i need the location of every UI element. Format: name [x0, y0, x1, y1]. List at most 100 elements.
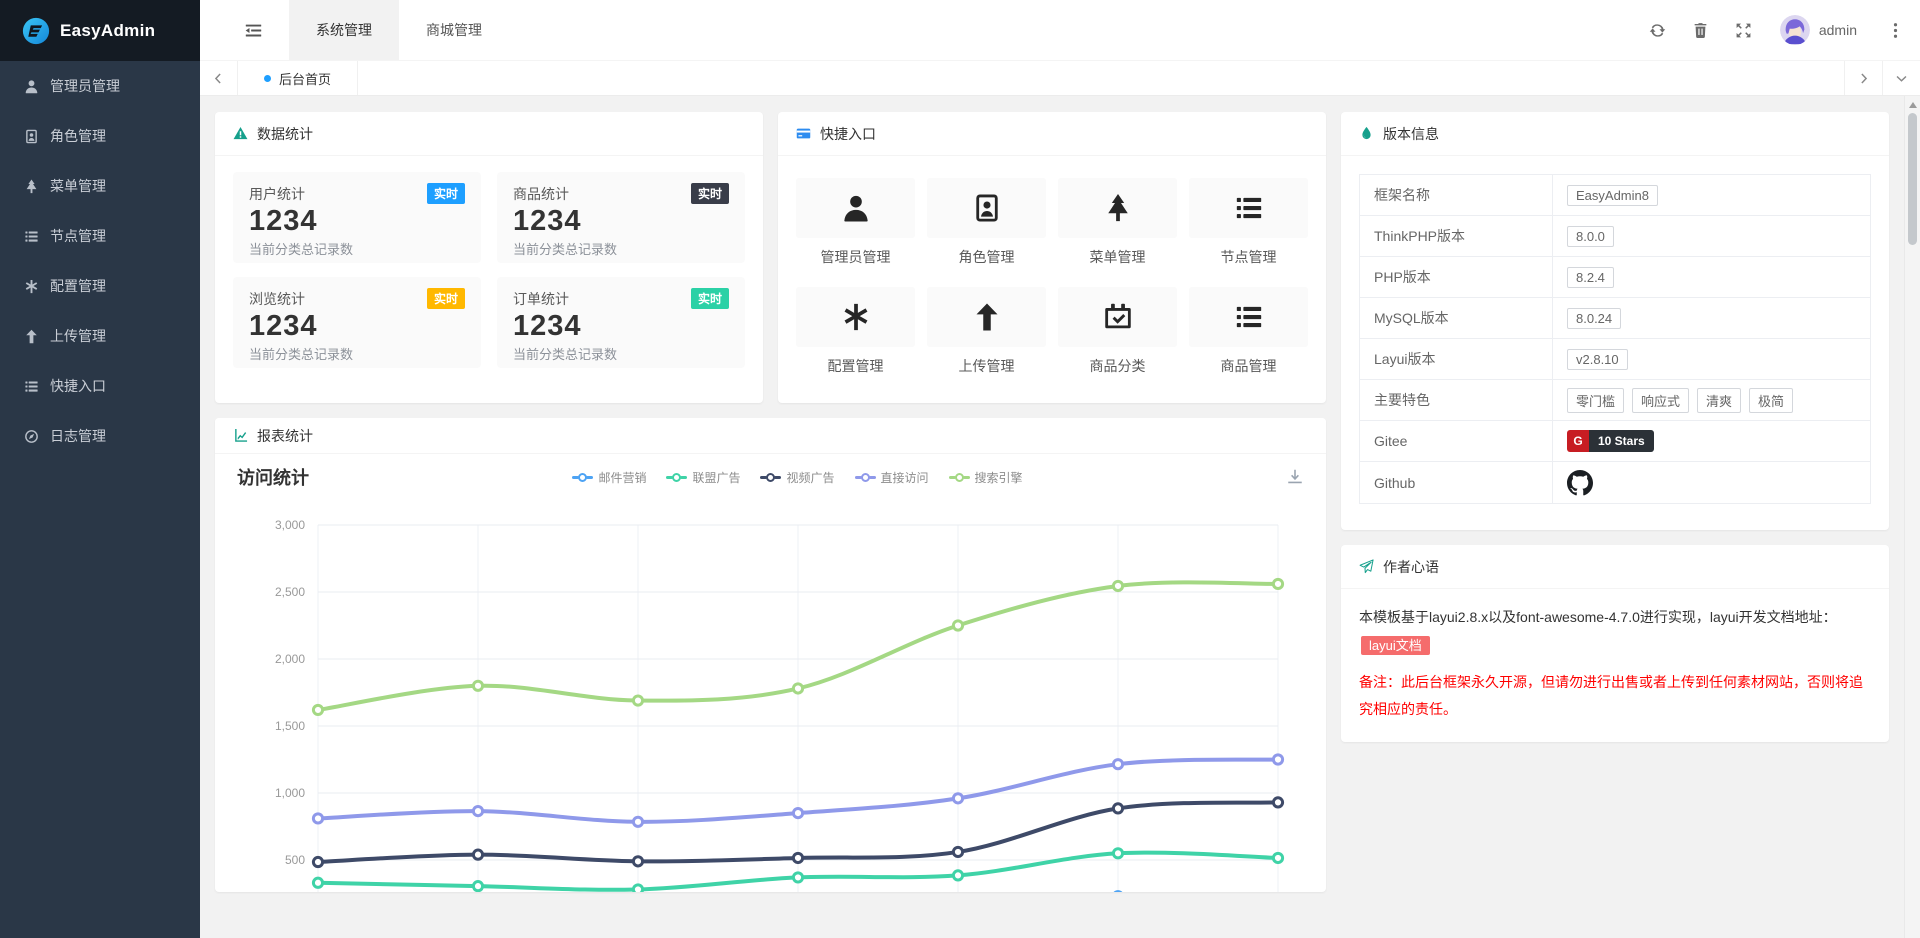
- quick-item[interactable]: 管理员管理: [796, 178, 915, 267]
- version-value: [1552, 462, 1870, 503]
- more-dots-icon[interactable]: [1887, 22, 1904, 39]
- series-point[interactable]: [633, 857, 642, 866]
- quick-item[interactable]: 配置管理: [796, 287, 915, 376]
- series-point[interactable]: [1113, 849, 1122, 858]
- author-card: 作者心语 本模板基于layui2.8.x以及font-awesome-4.7.0…: [1341, 545, 1889, 742]
- stat-box: 商品统计 实时 1234 当前分类总记录数: [497, 172, 745, 263]
- series-point[interactable]: [793, 684, 802, 693]
- github-icon[interactable]: [1567, 470, 1593, 496]
- tree-icon: [1103, 193, 1133, 223]
- series-point[interactable]: [1273, 853, 1282, 862]
- series-point[interactable]: [793, 853, 802, 862]
- list-icon: [1234, 193, 1264, 223]
- series-point[interactable]: [313, 857, 322, 866]
- header: 系统管理 商城管理 admin: [200, 0, 1920, 61]
- quick-item-box: [1189, 287, 1308, 347]
- quick-item[interactable]: 上传管理: [927, 287, 1046, 376]
- quick-item[interactable]: 角色管理: [927, 178, 1046, 267]
- legend-label: 视频广告: [786, 469, 834, 486]
- layui-doc-link[interactable]: layui文档: [1361, 636, 1430, 655]
- tab-menu-icon[interactable]: [1882, 61, 1920, 95]
- legend-item[interactable]: 直接访问: [855, 469, 929, 486]
- y-axis-tick-label: 2,500: [275, 585, 305, 599]
- sidebar-item[interactable]: 快捷入口: [0, 361, 200, 411]
- gitee-stars-badge[interactable]: G 10 Stars: [1567, 430, 1654, 452]
- series-point[interactable]: [1113, 760, 1122, 769]
- series-point[interactable]: [953, 621, 962, 630]
- series-point[interactable]: [953, 847, 962, 856]
- series-point[interactable]: [313, 814, 322, 823]
- y-axis-tick-label: 500: [285, 853, 305, 867]
- legend-marker: [949, 473, 970, 482]
- series-point[interactable]: [473, 850, 482, 859]
- series-point[interactable]: [633, 696, 642, 705]
- header-tab[interactable]: 商城管理: [399, 0, 509, 60]
- legend-item[interactable]: 联盟广告: [666, 469, 740, 486]
- quick-item[interactable]: 商品管理: [1189, 287, 1308, 376]
- sidebar-item[interactable]: 菜单管理: [0, 161, 200, 211]
- quick-item-label: 配置管理: [796, 356, 915, 376]
- warning-icon: [233, 126, 248, 141]
- stat-desc: 当前分类总记录数: [249, 239, 465, 258]
- series-point[interactable]: [793, 809, 802, 818]
- series-point[interactable]: [313, 705, 322, 714]
- legend-item[interactable]: 视频广告: [760, 469, 834, 486]
- series-point[interactable]: [473, 882, 482, 891]
- header-tabs: 系统管理 商城管理: [289, 0, 509, 60]
- series-point[interactable]: [1273, 579, 1282, 588]
- quick-item-box: [1058, 178, 1177, 238]
- trash-icon[interactable]: [1692, 22, 1709, 39]
- page-tab-label: 后台首页: [279, 69, 331, 88]
- sidebar-item[interactable]: 上传管理: [0, 311, 200, 361]
- version-row: PHP版本 8.2.4: [1360, 257, 1870, 298]
- app-title: EasyAdmin: [60, 21, 155, 41]
- username[interactable]: admin: [1819, 22, 1857, 38]
- chevron-right-icon[interactable]: [1844, 61, 1882, 95]
- sidebar-item[interactable]: 日志管理: [0, 411, 200, 461]
- series-point[interactable]: [633, 885, 642, 892]
- download-chart-icon[interactable]: [1286, 468, 1304, 486]
- series-point[interactable]: [793, 873, 802, 882]
- sidebar-item-label: 角色管理: [50, 126, 106, 146]
- arrow-up-icon: [23, 329, 39, 344]
- header-tab[interactable]: 系统管理: [289, 0, 399, 60]
- series-point[interactable]: [1113, 581, 1122, 590]
- stats-grid: 用户统计 实时 1234 当前分类总记录数 商品统计 实时 1234 当前分类总…: [215, 156, 763, 384]
- quick-item-box: [1189, 178, 1308, 238]
- series-point[interactable]: [473, 681, 482, 690]
- quick-item-label: 商品管理: [1189, 356, 1308, 376]
- series-point[interactable]: [473, 806, 482, 815]
- chevron-left-icon[interactable]: [200, 61, 238, 95]
- sidebar-item[interactable]: 节点管理: [0, 211, 200, 261]
- version-tag: 响应式: [1632, 388, 1689, 413]
- scrollbar[interactable]: [1904, 96, 1920, 938]
- version-tags: 零门槛响应式清爽极简: [1567, 388, 1793, 413]
- version-label: Gitee: [1360, 421, 1552, 461]
- app-logo[interactable]: EasyAdmin: [0, 0, 200, 61]
- series-point[interactable]: [633, 817, 642, 826]
- avatar[interactable]: [1780, 15, 1810, 45]
- refresh-icon[interactable]: [1649, 22, 1666, 39]
- fullscreen-icon[interactable]: [1735, 22, 1752, 39]
- quick-item[interactable]: 商品分类: [1058, 287, 1177, 376]
- series-point[interactable]: [953, 871, 962, 880]
- scroll-up-arrow[interactable]: [1909, 102, 1917, 108]
- quick-item[interactable]: 节点管理: [1189, 178, 1308, 267]
- stat-title: 浏览统计: [249, 289, 305, 309]
- sidebar-item[interactable]: 管理员管理: [0, 61, 200, 111]
- series-point[interactable]: [1273, 755, 1282, 764]
- collapse-menu-icon[interactable]: [244, 21, 263, 40]
- legend-item[interactable]: 搜索引擎: [949, 469, 1023, 486]
- sidebar-item[interactable]: 配置管理: [0, 261, 200, 311]
- legend-item[interactable]: 邮件营销: [572, 469, 646, 486]
- series-point[interactable]: [1273, 798, 1282, 807]
- sidebar-item-label: 菜单管理: [50, 176, 106, 196]
- series-point[interactable]: [1113, 804, 1122, 813]
- series-point[interactable]: [313, 878, 322, 887]
- quick-item[interactable]: 菜单管理: [1058, 178, 1177, 267]
- sidebar-item[interactable]: 角色管理: [0, 111, 200, 161]
- scroll-thumb[interactable]: [1908, 113, 1917, 245]
- series-point[interactable]: [953, 794, 962, 803]
- page-tab-home[interactable]: 后台首页: [238, 61, 358, 95]
- quick-item-box: [927, 287, 1046, 347]
